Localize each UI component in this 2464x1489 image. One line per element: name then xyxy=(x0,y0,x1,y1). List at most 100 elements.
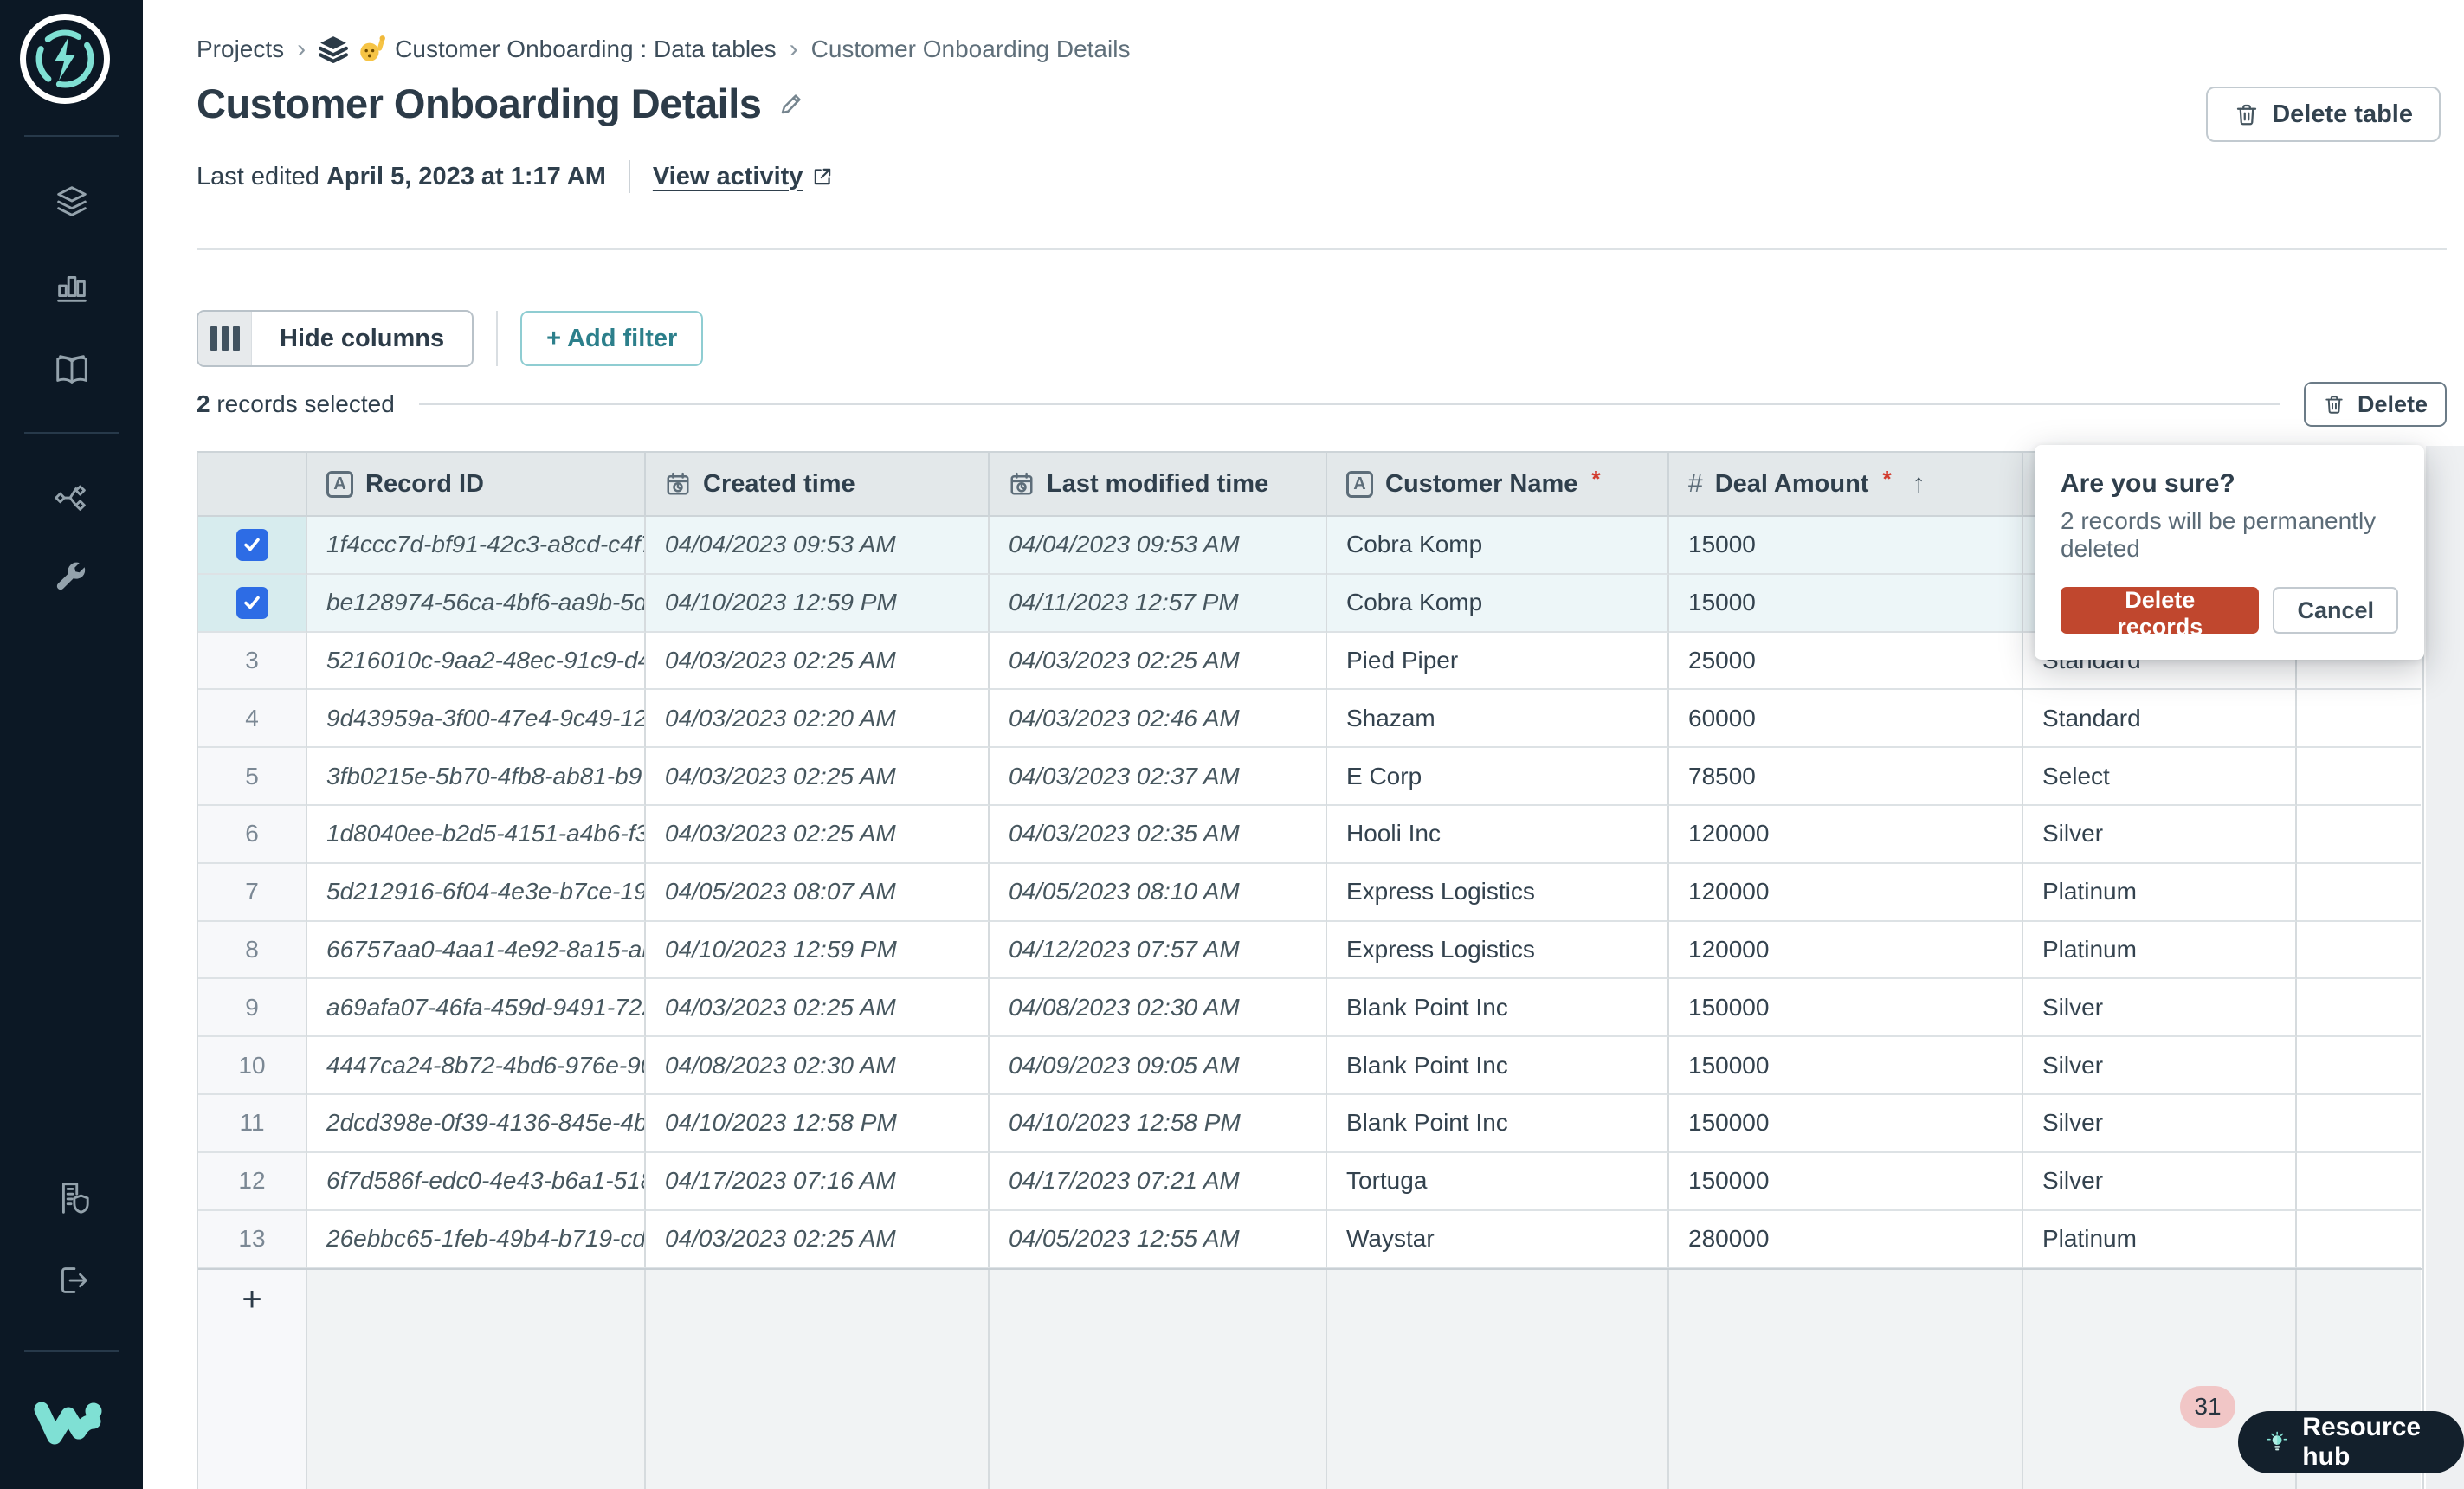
deal-amount-cell[interactable]: 15000 xyxy=(1669,517,2023,575)
deal-amount-cell[interactable]: 150000 xyxy=(1669,979,2023,1038)
row-selector-cell[interactable]: 3 xyxy=(198,632,307,691)
delete-selected-button[interactable]: Delete xyxy=(2303,382,2447,427)
created-time-cell[interactable]: 04/17/2023 07:16 AM xyxy=(646,1152,990,1211)
trailing-cell[interactable] xyxy=(2297,690,2421,749)
sidebar-item-tables[interactable] xyxy=(52,182,92,222)
customer-name-cell[interactable]: Express Logistics xyxy=(1327,863,1669,922)
row-selector-cell[interactable]: 10 xyxy=(198,1037,307,1095)
column-header-created-time[interactable]: Created time xyxy=(646,453,990,515)
header-select-all[interactable] xyxy=(198,453,307,515)
created-time-cell[interactable]: 04/05/2023 08:07 AM xyxy=(646,863,990,922)
trailing-cell[interactable] xyxy=(2297,921,2421,980)
customer-name-cell[interactable]: Shazam xyxy=(1327,690,1669,749)
created-time-cell[interactable]: 04/03/2023 02:25 AM xyxy=(646,748,990,806)
deal-amount-cell[interactable]: 280000 xyxy=(1669,1210,2023,1269)
deal-amount-cell[interactable]: 120000 xyxy=(1669,863,2023,922)
add-filter-button[interactable]: + Add filter xyxy=(520,311,704,366)
tier-cell[interactable]: Platinum xyxy=(2023,1210,2297,1269)
deal-amount-cell[interactable]: 25000 xyxy=(1669,632,2023,691)
created-time-cell[interactable]: 04/03/2023 02:25 AM xyxy=(646,979,990,1038)
row-selector-cell[interactable]: 1 xyxy=(198,517,307,575)
deal-amount-cell[interactable]: 15000 xyxy=(1669,574,2023,633)
tier-cell[interactable]: Standard xyxy=(2023,690,2297,749)
tier-cell[interactable]: Silver xyxy=(2023,979,2297,1038)
deal-amount-cell[interactable]: 60000 xyxy=(1669,690,2023,749)
created-time-cell[interactable]: 04/03/2023 02:25 AM xyxy=(646,632,990,691)
deal-amount-cell[interactable]: 150000 xyxy=(1669,1037,2023,1095)
sidebar-item-recipes[interactable] xyxy=(52,478,92,518)
trailing-cell[interactable] xyxy=(2297,748,2421,806)
row-selector-cell[interactable]: 5 xyxy=(198,748,307,806)
customer-name-cell[interactable]: Express Logistics xyxy=(1327,921,1669,980)
delete-table-button[interactable]: Delete table xyxy=(2206,87,2441,142)
modified-time-cell[interactable]: 04/17/2023 07:21 AM xyxy=(990,1152,1327,1211)
cancel-button[interactable]: Cancel xyxy=(2273,587,2398,634)
tier-cell[interactable]: Silver xyxy=(2023,1152,2297,1211)
created-time-cell[interactable]: 04/04/2023 09:53 AM xyxy=(646,517,990,575)
customer-name-cell[interactable]: Blank Point Inc xyxy=(1327,1094,1669,1153)
row-selector-cell[interactable]: 7 xyxy=(198,863,307,922)
record-id-cell[interactable]: 4447ca24-8b72-4bd6-976e-90 xyxy=(307,1037,646,1095)
hide-columns-button[interactable]: Hide columns xyxy=(197,310,474,367)
modified-time-cell[interactable]: 04/12/2023 07:57 AM xyxy=(990,921,1327,980)
record-id-cell[interactable]: 6f7d586f-edc0-4e43-b6a1-518 xyxy=(307,1152,646,1211)
record-id-cell[interactable]: 5216010c-9aa2-48ec-91c9-d46 xyxy=(307,632,646,691)
modified-time-cell[interactable]: 04/04/2023 09:53 AM xyxy=(990,517,1327,575)
column-header-customer-name[interactable]: A Customer Name * xyxy=(1327,453,1669,515)
tier-cell[interactable]: Silver xyxy=(2023,1094,2297,1153)
view-activity-link[interactable]: View activity xyxy=(653,163,835,191)
created-time-cell[interactable]: 04/08/2023 02:30 AM xyxy=(646,1037,990,1095)
created-time-cell[interactable]: 04/03/2023 02:25 AM xyxy=(646,1210,990,1269)
sort-ascending-icon[interactable]: ↑ xyxy=(1913,469,1925,499)
app-logo[interactable] xyxy=(20,14,110,104)
tier-cell[interactable]: Platinum xyxy=(2023,863,2297,922)
created-time-cell[interactable]: 04/03/2023 02:20 AM xyxy=(646,690,990,749)
deal-amount-cell[interactable]: 78500 xyxy=(1669,748,2023,806)
row-checkbox-checked[interactable] xyxy=(235,586,268,619)
record-id-cell[interactable]: 9d43959a-3f00-47e4-9c49-129 xyxy=(307,690,646,749)
tier-cell[interactable]: Silver xyxy=(2023,805,2297,864)
sidebar-item-workspace-admin[interactable] xyxy=(52,1177,92,1217)
trailing-cell[interactable] xyxy=(2297,1152,2421,1211)
record-id-cell[interactable]: 5d212916-6f04-4e3e-b7ce-190 xyxy=(307,863,646,922)
modified-time-cell[interactable]: 04/05/2023 12:55 AM xyxy=(990,1210,1327,1269)
trailing-cell[interactable] xyxy=(2297,863,2421,922)
created-time-cell[interactable]: 04/10/2023 12:58 PM xyxy=(646,1094,990,1153)
created-time-cell[interactable]: 04/10/2023 12:59 PM xyxy=(646,921,990,980)
modified-time-cell[interactable]: 04/11/2023 12:57 PM xyxy=(990,574,1327,633)
customer-name-cell[interactable]: Blank Point Inc xyxy=(1327,1037,1669,1095)
row-selector-cell[interactable]: 11 xyxy=(198,1094,307,1153)
modified-time-cell[interactable]: 04/05/2023 08:10 AM xyxy=(990,863,1327,922)
record-id-cell[interactable]: 1f4ccc7d-bf91-42c3-a8cd-c4f7 xyxy=(307,517,646,575)
column-header-deal-amount[interactable]: # Deal Amount * ↑ xyxy=(1669,453,2023,515)
record-id-cell[interactable]: 26ebbc65-1feb-49b4-b719-cd xyxy=(307,1210,646,1269)
row-selector-cell[interactable]: 13 xyxy=(198,1210,307,1269)
column-header-record-id[interactable]: A Record ID xyxy=(307,453,646,515)
row-selector-cell[interactable]: 8 xyxy=(198,921,307,980)
record-id-cell[interactable]: 1d8040ee-b2d5-4151-a4b6-f3 xyxy=(307,805,646,864)
tier-cell[interactable]: Select xyxy=(2023,748,2297,806)
record-id-cell[interactable]: a69afa07-46fa-459d-9491-722 xyxy=(307,979,646,1038)
breadcrumb-parent-link[interactable]: Customer Onboarding : Data tables xyxy=(319,35,777,64)
record-id-cell[interactable]: 66757aa0-4aa1-4e92-8a15-ab xyxy=(307,921,646,980)
customer-name-cell[interactable]: E Corp xyxy=(1327,748,1669,806)
trailing-cell[interactable] xyxy=(2297,1037,2421,1095)
row-selector-cell[interactable]: 2 xyxy=(198,574,307,633)
modified-time-cell[interactable]: 04/03/2023 02:25 AM xyxy=(990,632,1327,691)
trailing-cell[interactable] xyxy=(2297,1094,2421,1153)
modified-time-cell[interactable]: 04/03/2023 02:37 AM xyxy=(990,748,1327,806)
deal-amount-cell[interactable]: 120000 xyxy=(1669,921,2023,980)
row-selector-cell[interactable]: 4 xyxy=(198,690,307,749)
add-record-button[interactable]: + xyxy=(198,1270,307,1489)
trailing-cell[interactable] xyxy=(2297,1210,2421,1269)
modified-time-cell[interactable]: 04/08/2023 02:30 AM xyxy=(990,979,1327,1038)
customer-name-cell[interactable]: Hooli Inc xyxy=(1327,805,1669,864)
sidebar-item-logout[interactable] xyxy=(52,1260,92,1300)
customer-name-cell[interactable]: Cobra Komp xyxy=(1327,517,1669,575)
customer-name-cell[interactable]: Pied Piper xyxy=(1327,632,1669,691)
modified-time-cell[interactable]: 04/03/2023 02:35 AM xyxy=(990,805,1327,864)
modified-time-cell[interactable]: 04/03/2023 02:46 AM xyxy=(990,690,1327,749)
tier-cell[interactable]: Platinum xyxy=(2023,921,2297,980)
deal-amount-cell[interactable]: 150000 xyxy=(1669,1094,2023,1153)
row-selector-cell[interactable]: 9 xyxy=(198,979,307,1038)
